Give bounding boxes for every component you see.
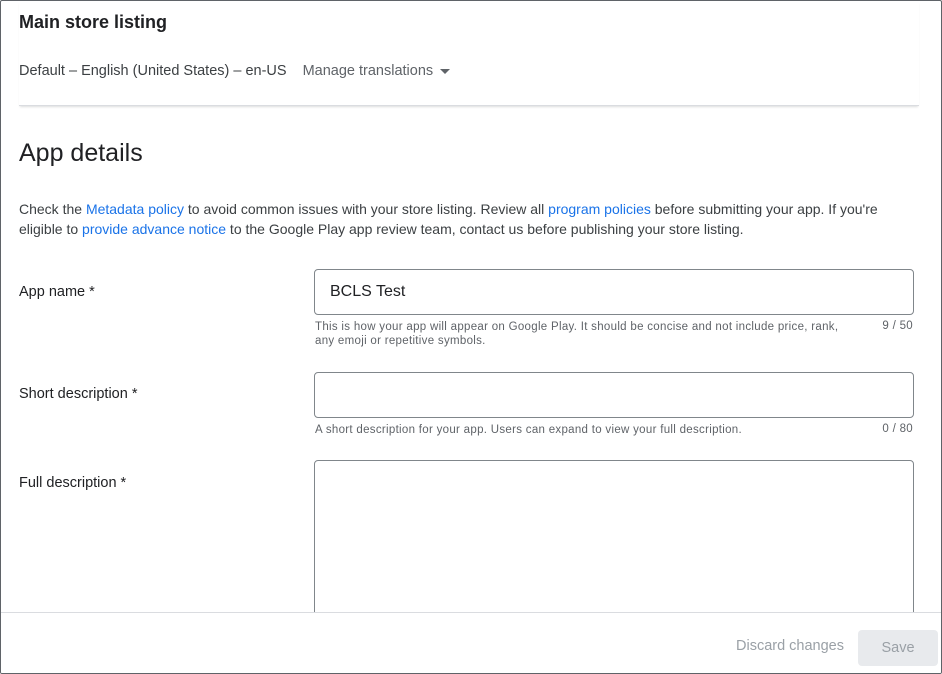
short-description-label: Short description * <box>19 386 138 402</box>
app-name-counter: 9 / 50 <box>882 320 913 332</box>
section-title-app-details: App details <box>19 139 143 167</box>
full-description-label: Full description * <box>19 475 127 491</box>
app-name-helper: This is how your app will appear on Goog… <box>315 321 839 347</box>
short-description-helper: A short description for your app. Users … <box>315 424 743 436</box>
program-policies-link[interactable]: program policies <box>548 201 651 217</box>
advance-notice-link[interactable]: provide advance notice <box>82 221 226 237</box>
discard-changes-button[interactable]: Discard changes <box>736 638 844 654</box>
store-listing-page: Main store listing Default – English (Un… <box>0 0 942 674</box>
intro-text: Check the Metadata policy to avoid commo… <box>19 199 919 239</box>
caret-down-icon <box>440 68 451 74</box>
short-description-counter: 0 / 80 <box>882 423 913 435</box>
store-listing-header: Main store listing Default – English (Un… <box>19 1 919 106</box>
default-language-label: Default – English (United States) – en-U… <box>19 63 287 79</box>
page-title: Main store listing <box>19 12 168 32</box>
short-description-input[interactable] <box>314 372 914 418</box>
manage-translations-button[interactable]: Manage translations <box>303 63 451 79</box>
app-name-label: App name * <box>19 284 95 300</box>
intro-text-4: to the Google Play app review team, cont… <box>226 221 744 237</box>
intro-text-1: Check the <box>19 201 86 217</box>
intro-text-2: to avoid common issues with your store l… <box>184 201 549 217</box>
language-row: Default – English (United States) – en-U… <box>19 63 451 79</box>
app-name-input[interactable] <box>314 269 914 315</box>
metadata-policy-link[interactable]: Metadata policy <box>86 201 184 217</box>
action-footer: Discard changes Save <box>1 612 941 673</box>
save-button[interactable]: Save <box>858 630 938 666</box>
manage-translations-label: Manage translations <box>302 63 434 79</box>
